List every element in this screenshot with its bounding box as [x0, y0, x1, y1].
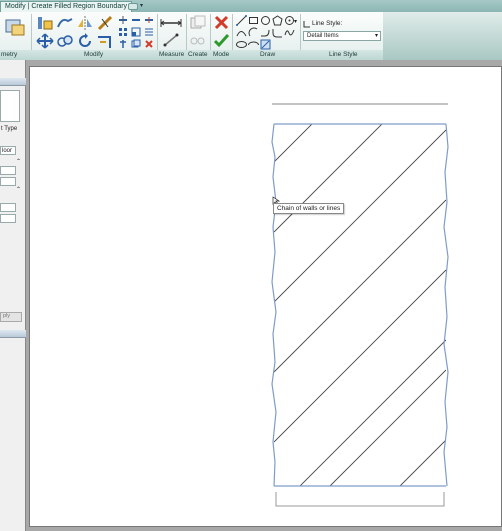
property-field-3[interactable] [0, 203, 16, 212]
draw-options-chevron-icon[interactable]: ▾ [294, 18, 297, 25]
mirror-icon[interactable] [76, 15, 94, 31]
project-browser-header[interactable] [0, 330, 26, 338]
copy-icon[interactable] [56, 33, 74, 49]
boundary-left-edge[interactable] [271, 123, 277, 487]
measure-icon[interactable] [160, 17, 182, 29]
pick-lines-icon[interactable] [260, 39, 271, 50]
property-field-1[interactable] [0, 166, 16, 175]
partial-ellipse-icon[interactable] [248, 39, 259, 50]
tooltip: Chain of walls or lines [273, 203, 345, 214]
tab-modify-create-filled-region[interactable]: Modify | Create Filled Region Boundary [0, 1, 133, 12]
apply-button[interactable]: ply [0, 312, 22, 322]
scale-icon[interactable] [131, 27, 141, 37]
offset-icon[interactable] [56, 15, 74, 31]
edit-type-label[interactable]: t Type [1, 126, 17, 132]
panel-label-modify: Modify [84, 51, 104, 58]
spline-icon[interactable] [284, 27, 295, 38]
type-selector[interactable] [0, 90, 20, 122]
line-icon[interactable] [236, 15, 247, 26]
finish-edit-icon[interactable] [214, 33, 229, 48]
collapse-icon[interactable]: ⌃ [16, 186, 21, 193]
line-style-value: Detail Items [307, 33, 339, 39]
join-geometry-icon[interactable] [4, 16, 26, 38]
create-group-icon[interactable] [189, 33, 207, 49]
panel-label-line-style: Line Style [329, 51, 358, 58]
unpin-icon[interactable] [131, 15, 141, 25]
ellipse-icon[interactable] [236, 39, 247, 50]
line-style-icon [303, 21, 310, 28]
inscribed-polygon-icon[interactable] [260, 15, 271, 26]
ribbon-panel-labels: metry Modify Measure Create Mode Draw Li… [0, 50, 383, 60]
boundary-right-edge[interactable] [443, 123, 449, 487]
property-field-4[interactable] [0, 214, 16, 223]
circumscribed-polygon-icon[interactable] [272, 15, 283, 26]
tangent-arc-icon[interactable] [260, 27, 271, 38]
apply-label: ply [3, 313, 11, 319]
copy-small-icon[interactable] [131, 39, 141, 49]
split-icon[interactable] [96, 15, 114, 31]
delete-icon[interactable] [144, 39, 154, 49]
level-selector[interactable]: loor [0, 146, 16, 155]
chevron-down-icon: ▾ [374, 33, 378, 39]
rectangle-icon[interactable] [248, 15, 259, 26]
create-similar-icon[interactable] [189, 15, 207, 31]
properties-palette: t Type loor ⌃ ⌃ ply [0, 60, 26, 531]
start-end-arc-icon[interactable] [236, 27, 247, 38]
tab-bar: Modify | Create Filled Region Boundary ▾ [0, 0, 502, 12]
split-gap-icon[interactable] [118, 15, 128, 25]
align-icon[interactable] [36, 15, 54, 31]
property-field-2[interactable] [0, 177, 16, 186]
panel-label-mode: Mode [213, 51, 230, 58]
line-style-select[interactable]: Detail Items ▾ [303, 31, 381, 41]
split-element-icon[interactable] [144, 15, 154, 25]
pin-icon[interactable] [118, 39, 128, 49]
panel-label-measure: Measure [159, 51, 185, 58]
chevron-down-icon[interactable]: ▾ [140, 2, 143, 9]
contextual-tab-toggle[interactable] [128, 3, 138, 10]
center-ends-arc-icon[interactable] [248, 27, 259, 38]
trim-extend-icon[interactable] [96, 33, 114, 49]
base-line [275, 492, 445, 507]
ribbon-empty-area [383, 12, 502, 60]
dimension-icon[interactable] [163, 33, 179, 47]
collapse-icon[interactable]: ⌃ [16, 158, 21, 165]
panel-label-create: Create [188, 51, 208, 58]
cancel-edit-icon[interactable] [214, 15, 229, 30]
properties-header[interactable] [0, 78, 26, 86]
level-value: loor [2, 148, 13, 154]
move-icon[interactable] [36, 33, 54, 49]
panel-label-geometry: metry [1, 51, 18, 58]
line-style-label: Line Style: [312, 20, 343, 27]
array-icon[interactable] [118, 27, 128, 37]
rotate-icon[interactable] [76, 33, 94, 49]
trim-multiple-icon[interactable] [144, 27, 154, 37]
existing-detail-line [272, 103, 448, 105]
fillet-arc-icon[interactable] [272, 27, 283, 38]
panel-label-draw: Draw [260, 51, 276, 58]
filled-region-sketch[interactable] [270, 122, 450, 514]
